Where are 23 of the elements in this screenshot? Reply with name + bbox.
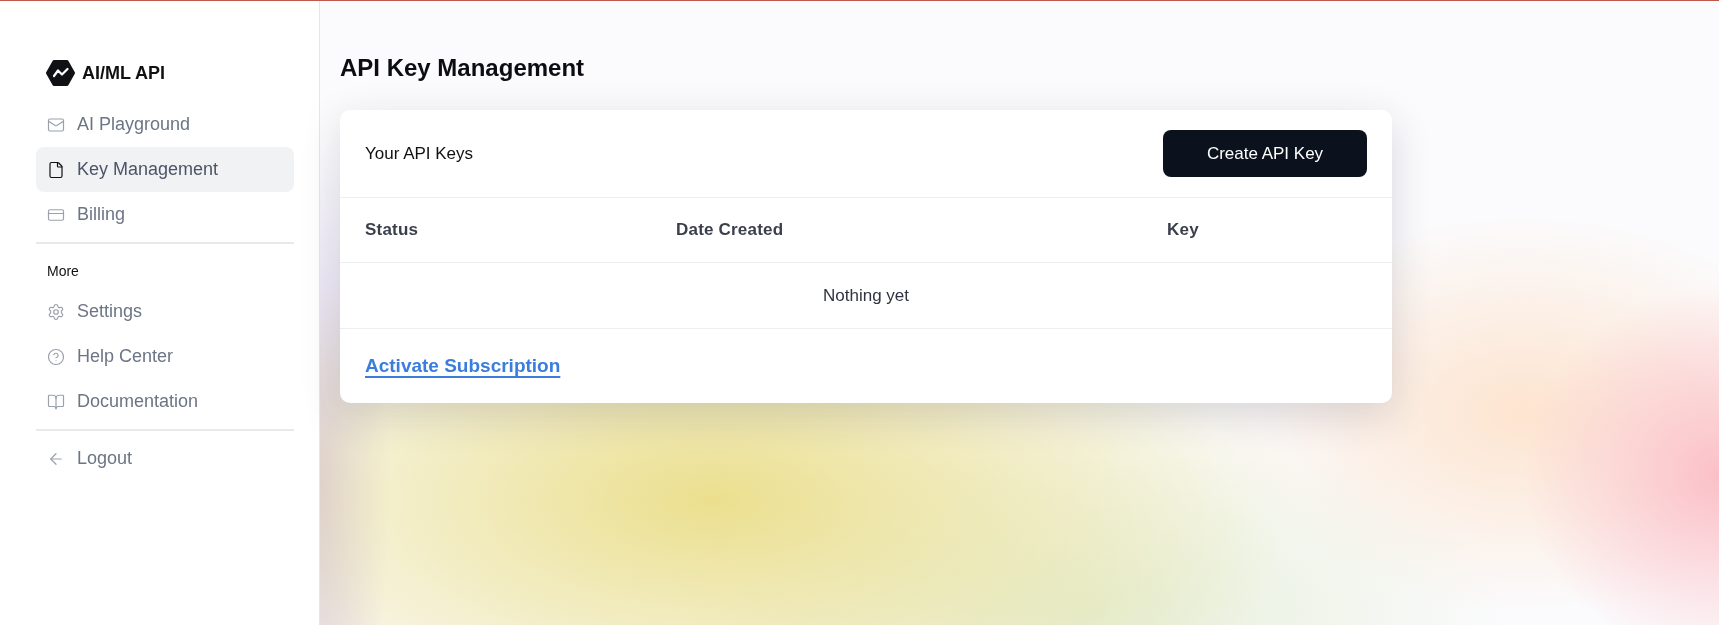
- hexagon-logo-icon: [46, 60, 75, 86]
- page-title: API Key Management: [340, 53, 585, 83]
- section-label: More: [47, 263, 79, 279]
- mail-icon: [47, 115, 65, 134]
- settings-icon: [47, 302, 65, 321]
- help-icon: [47, 347, 65, 366]
- nav-item[interactable]: Documentation: [36, 379, 294, 424]
- nav-item[interactable]: Help Center: [36, 334, 294, 379]
- nav-item[interactable]: Settings: [36, 289, 294, 334]
- create-key-button[interactable]: Create API Key: [1163, 130, 1367, 177]
- column-header: Key: [1167, 220, 1199, 240]
- empty-state-text: Nothing yet: [823, 284, 909, 307]
- column-header: Date Created: [676, 220, 784, 240]
- brand-name: AI/ML API: [82, 61, 165, 85]
- nav-item[interactable]: Logout: [36, 436, 294, 481]
- book-icon: [47, 392, 65, 411]
- card-title: Your API Keys: [365, 142, 474, 165]
- file-icon: [47, 160, 65, 179]
- nav-item[interactable]: AI Playground: [36, 102, 294, 147]
- subscription-link[interactable]: Activate Subscription: [365, 351, 561, 381]
- column-header: Status: [365, 220, 419, 240]
- nav-item[interactable]: Billing: [36, 192, 294, 237]
- nav-item[interactable]: Key Management: [36, 147, 294, 192]
